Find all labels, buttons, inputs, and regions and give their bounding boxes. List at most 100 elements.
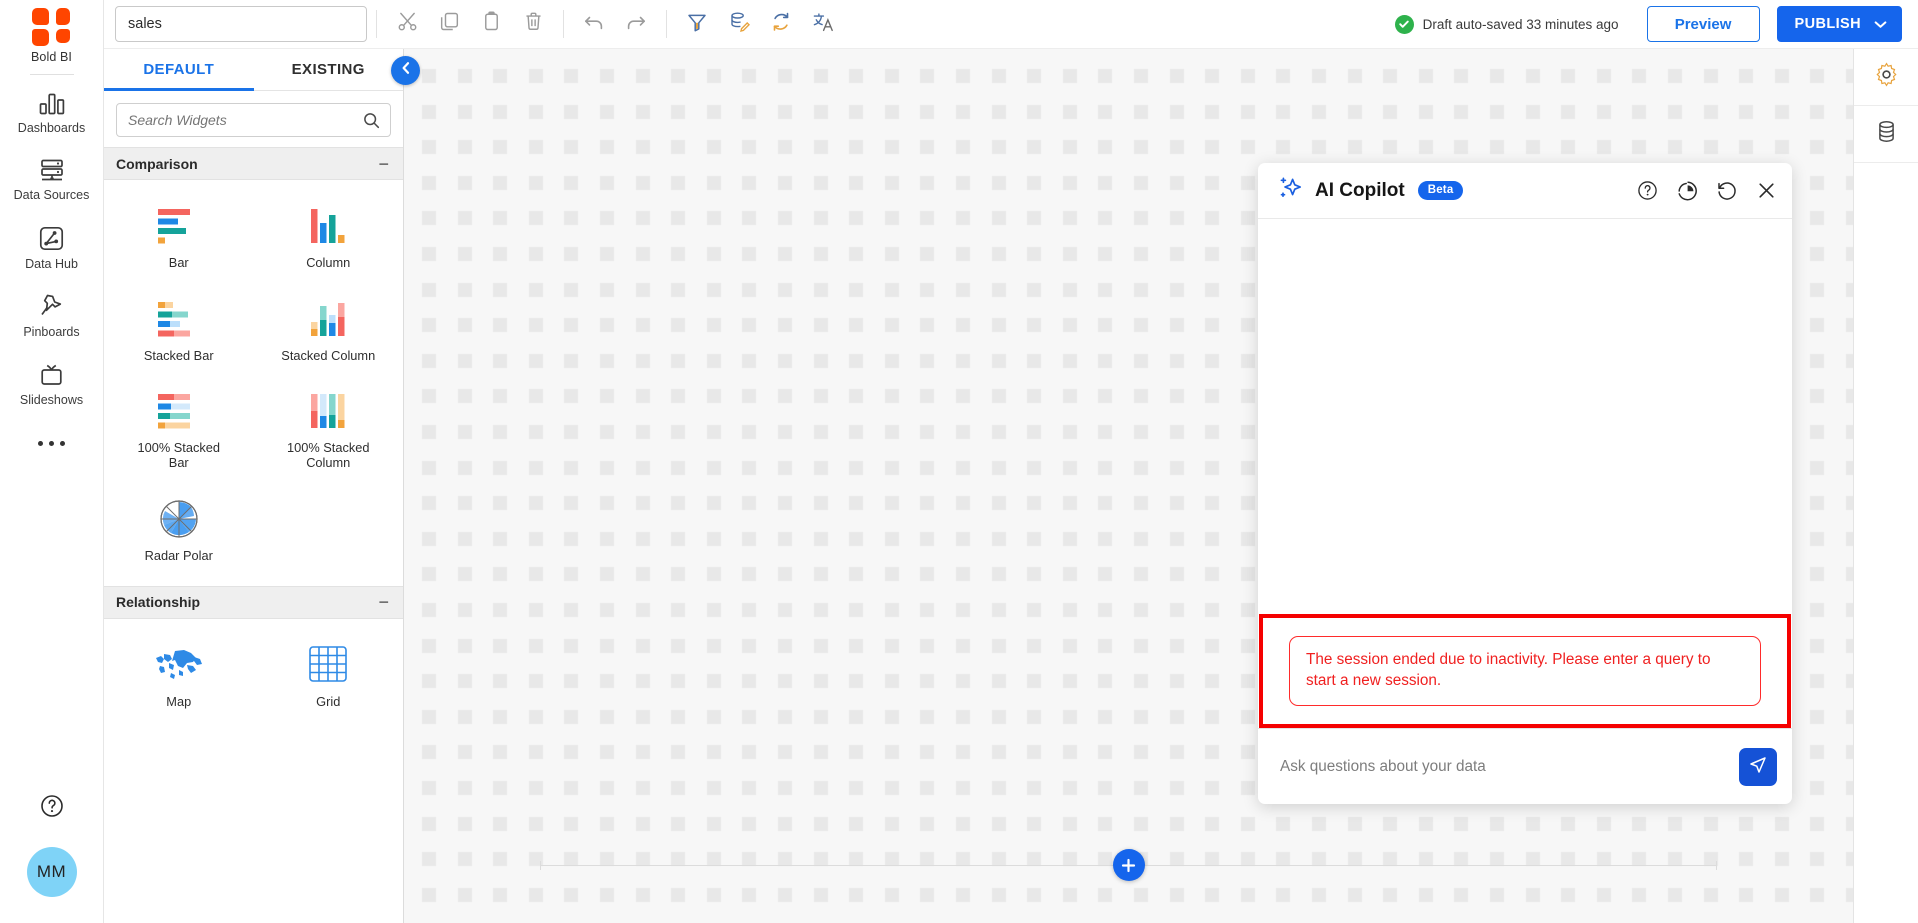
tab-existing[interactable]: EXISTING (254, 49, 404, 90)
add-widget-button[interactable] (1113, 849, 1145, 881)
help-icon[interactable] (40, 794, 64, 823)
collapse-toggle-icon[interactable]: − (378, 155, 389, 173)
bold-bi-logo-icon (32, 8, 70, 46)
widget-group-relationship-header[interactable]: Relationship − (104, 586, 403, 619)
sidebar-item-label: Dashboards (18, 122, 85, 136)
settings-button[interactable] (1854, 49, 1918, 106)
delete-button[interactable] (512, 5, 554, 43)
rail-divider (30, 74, 74, 75)
publish-label: PUBLISH (1777, 16, 1874, 32)
brand-name: Bold BI (31, 50, 72, 64)
widget-label: 100% Stacked Column (276, 441, 380, 470)
search-input[interactable] (117, 112, 363, 128)
toolbar-divider (563, 10, 564, 38)
tv-icon (39, 363, 64, 387)
bar-chart-icon (39, 93, 65, 115)
widget-item-bar[interactable]: Bar (104, 194, 254, 287)
redo-button[interactable] (615, 5, 657, 43)
sidebar-item-data-sources[interactable]: Data Sources (0, 147, 104, 214)
sidebar-item-data-hub[interactable]: Data Hub (0, 214, 104, 283)
widget-item-stacked-column[interactable]: Stacked Column (254, 287, 404, 380)
brand-logo[interactable]: Bold BI (31, 8, 72, 64)
pie-chart-icon[interactable] (1676, 180, 1698, 202)
refresh-button[interactable] (760, 5, 802, 43)
widget-label: Radar Polar (145, 549, 213, 564)
cut-button[interactable] (386, 5, 428, 43)
search-icon[interactable] (363, 112, 390, 129)
check-circle-icon (1395, 15, 1414, 34)
widget-item-100-stacked-bar[interactable]: 100% Stacked Bar (104, 379, 254, 486)
preview-button[interactable]: Preview (1647, 6, 1760, 42)
history-icon[interactable] (1716, 180, 1738, 202)
widget-item-100-stacked-column[interactable]: 100% Stacked Column (254, 379, 404, 486)
save-status: Draft auto-saved 33 minutes ago (1395, 15, 1619, 34)
collapse-panel-button[interactable] (391, 56, 420, 85)
pct-stacked-column-widget-icon (305, 390, 351, 432)
grid-widget-icon (307, 644, 349, 686)
localization-button[interactable] (802, 5, 844, 43)
widget-label: Bar (169, 256, 189, 271)
dashboard-name-input[interactable] (115, 6, 367, 42)
widget-group-relationship-items: Map Grid (104, 619, 403, 732)
clipboard-icon (481, 11, 502, 37)
toolbar-divider (666, 10, 667, 38)
widget-item-map[interactable]: Map (104, 633, 254, 726)
server-icon (39, 159, 65, 182)
column-widget-icon (305, 205, 351, 247)
sidebar-item-label: Slideshows (20, 394, 83, 408)
translate-icon (812, 11, 835, 38)
widget-panel-tabs: DEFAULT EXISTING (104, 49, 403, 91)
widget-item-stacked-bar[interactable]: Stacked Bar (104, 287, 254, 380)
publish-button[interactable]: PUBLISH (1777, 6, 1902, 42)
data-edit-button[interactable] (718, 5, 760, 43)
copilot-query-input[interactable] (1280, 758, 1739, 776)
copilot-title: AI Copilot (1315, 180, 1405, 202)
radar-polar-widget-icon (158, 498, 200, 540)
copy-button[interactable] (428, 5, 470, 43)
collapse-toggle-icon[interactable]: − (378, 593, 389, 611)
stacked-bar-widget-icon (156, 298, 202, 340)
chevron-down-icon[interactable] (1874, 20, 1902, 29)
copilot-header-actions (1637, 180, 1777, 202)
copilot-input-bar (1258, 728, 1792, 804)
beta-badge: Beta (1418, 181, 1464, 200)
widget-label: 100% Stacked Bar (127, 441, 231, 470)
avatar[interactable]: MM (27, 847, 77, 897)
undo-button[interactable] (573, 5, 615, 43)
sidebar-item-slideshows[interactable]: Slideshows (0, 351, 104, 419)
sidebar-item-label: Pinboards (23, 326, 79, 340)
widget-label: Column (306, 256, 350, 271)
data-button[interactable] (1854, 106, 1918, 163)
data-hub-icon (39, 226, 64, 251)
widget-search[interactable] (116, 103, 391, 137)
tab-default[interactable]: DEFAULT (104, 49, 254, 90)
widget-item-column[interactable]: Column (254, 194, 404, 287)
widget-group-comparison-header[interactable]: Comparison − (104, 147, 403, 180)
trash-icon (523, 11, 544, 37)
sidebar-more-button[interactable] (38, 419, 65, 446)
widget-list: Comparison − Bar (104, 147, 403, 923)
widget-label: Grid (316, 695, 340, 710)
widget-label: Stacked Bar (144, 349, 214, 364)
top-toolbar: Draft auto-saved 33 minutes ago Preview … (104, 0, 1918, 49)
send-button[interactable] (1739, 748, 1777, 786)
database-edit-icon (728, 11, 751, 38)
widget-item-radar-polar[interactable]: Radar Polar (104, 487, 254, 580)
send-icon (1748, 754, 1768, 779)
undo-icon (583, 11, 605, 38)
widget-item-grid[interactable]: Grid (254, 633, 404, 726)
sidebar-item-pinboards[interactable]: Pinboards (0, 282, 104, 351)
toolbar-divider (376, 10, 377, 38)
map-widget-icon (153, 644, 205, 686)
add-row-area (410, 847, 1847, 883)
paste-button[interactable] (470, 5, 512, 43)
question-circle-icon[interactable] (1637, 180, 1658, 201)
widget-label: Map (166, 695, 191, 710)
pin-icon (39, 294, 64, 319)
close-icon[interactable] (1756, 180, 1777, 201)
filter-button[interactable] (676, 5, 718, 43)
sidebar-item-dashboards[interactable]: Dashboards (0, 81, 104, 147)
chevron-left-icon (400, 61, 412, 80)
session-error-message: The session ended due to inactivity. Ple… (1289, 636, 1761, 705)
copy-icon (439, 11, 460, 37)
